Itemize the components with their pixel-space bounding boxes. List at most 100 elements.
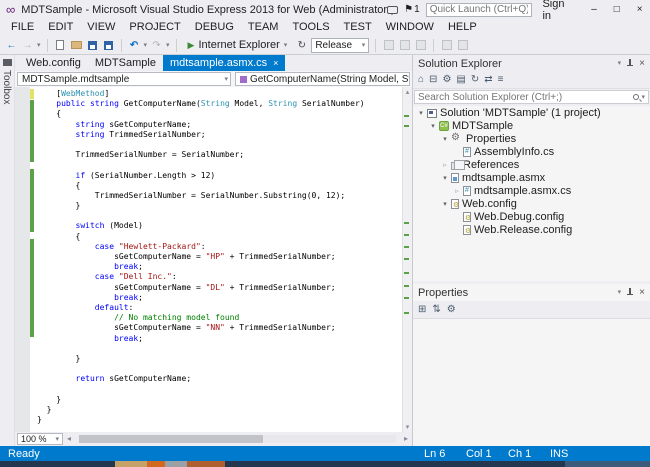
menu-item-view[interactable]: VIEW: [80, 19, 122, 36]
alphabetical-icon[interactable]: ⇅: [432, 304, 440, 315]
menu-item-debug[interactable]: DEBUG: [188, 19, 241, 36]
code-line[interactable]: switch (Model): [37, 221, 401, 231]
tree-item-mdtsample.asmx[interactable]: ▾mdtsample.asmx: [413, 171, 650, 184]
code-line[interactable]: if (SerialNumber.Length > 12): [37, 171, 401, 181]
pin-icon[interactable]: [626, 287, 634, 298]
code-line[interactable]: sGetComputerName = "DL" + TrimmedSerialN…: [37, 283, 401, 293]
save-icon[interactable]: [86, 37, 99, 53]
code-line[interactable]: break;: [37, 293, 401, 303]
tab-close-icon[interactable]: ×: [273, 59, 278, 68]
code-line[interactable]: string sGetComputerName;: [37, 120, 401, 130]
menu-item-project[interactable]: PROJECT: [122, 19, 187, 36]
menu-item-file[interactable]: FILE: [4, 19, 41, 36]
tree-item-web.config[interactable]: ▾Web.config: [413, 197, 650, 210]
code-line[interactable]: {: [37, 181, 401, 191]
expander-icon[interactable]: ▾: [440, 174, 450, 182]
search-dropdown-icon[interactable]: ▾: [641, 94, 645, 101]
tree-item-mdtsample.asmx.cs[interactable]: ▹mdtsample.asmx.cs: [413, 184, 650, 197]
scroll-left-icon[interactable]: ◂: [67, 434, 71, 443]
menu-item-team[interactable]: TEAM: [241, 19, 286, 36]
expander-icon[interactable]: ▾: [428, 122, 438, 130]
undo-icon[interactable]: ↶: [128, 37, 141, 53]
pin-icon[interactable]: [626, 58, 634, 69]
code-line[interactable]: TrimmedSerialNumber = SerialNumber;: [37, 150, 401, 160]
navigate-forward-icon[interactable]: →: [21, 37, 34, 53]
configuration-select[interactable]: Release ▾: [311, 38, 369, 53]
maximize-button[interactable]: □: [608, 0, 625, 19]
code-content[interactable]: [WebMethod] public string GetComputerNam…: [37, 89, 401, 432]
code-line[interactable]: sGetComputerName = "HP" + TrimmedSerialN…: [37, 252, 401, 262]
member-selector[interactable]: GetComputerName(String Model, String Ser…: [235, 72, 410, 86]
code-line[interactable]: }: [37, 201, 401, 211]
expander-icon[interactable]: ▹: [452, 187, 462, 195]
code-line[interactable]: [WebMethod]: [37, 89, 401, 99]
navigation-dropdown-icon[interactable]: ▾: [37, 42, 41, 49]
property-pages-icon[interactable]: ⚙: [447, 304, 456, 315]
home-icon[interactable]: ⌂: [418, 75, 424, 85]
redo-dropdown-icon[interactable]: ▾: [166, 42, 170, 49]
tab-web.config[interactable]: Web.config: [19, 55, 88, 71]
code-line[interactable]: // No matching model found: [37, 313, 401, 323]
code-line[interactable]: }: [37, 415, 401, 425]
tab-mdtsample[interactable]: MDTSample: [88, 55, 163, 71]
comment-lines-icon[interactable]: [398, 37, 411, 53]
menu-item-tools[interactable]: TOOLS: [285, 19, 336, 36]
tab-mdtsample.asmx.cs[interactable]: mdtsample.asmx.cs×: [163, 55, 285, 71]
code-line[interactable]: TrimmedSerialNumber = SerialNumber.Subst…: [37, 191, 401, 201]
open-file-icon[interactable]: [70, 37, 83, 53]
code-line[interactable]: case "Dell Inc.":: [37, 272, 401, 282]
toolbox-tab[interactable]: Toolbox: [1, 70, 12, 104]
breakpoint-gutter[interactable]: [15, 87, 30, 432]
feedback-icon[interactable]: [387, 6, 398, 14]
tree-item-properties[interactable]: ▾Properties: [413, 132, 650, 145]
close-button[interactable]: ×: [631, 0, 648, 19]
code-line[interactable]: sGetComputerName = "NN" + TrimmedSerialN…: [37, 323, 401, 333]
undo-dropdown-icon[interactable]: ▾: [144, 42, 148, 49]
menu-item-edit[interactable]: EDIT: [41, 19, 80, 36]
scroll-up-icon[interactable]: ▴: [403, 88, 412, 96]
solution-search-input[interactable]: [418, 92, 631, 103]
close-panel-icon[interactable]: ×: [639, 58, 645, 69]
notifications-flag-icon[interactable]: ⚑ 1: [404, 4, 420, 15]
code-editor[interactable]: [WebMethod] public string GetComputerNam…: [15, 87, 412, 432]
quick-launch-box[interactable]: [426, 3, 533, 17]
code-line[interactable]: public string GetComputerName(String Mod…: [37, 99, 401, 109]
code-line[interactable]: case "Hewlett-Packard":: [37, 242, 401, 252]
menu-item-test[interactable]: TEST: [337, 19, 379, 36]
code-line[interactable]: [37, 344, 401, 354]
code-line[interactable]: default:: [37, 303, 401, 313]
categorized-icon[interactable]: ⊞: [418, 304, 426, 315]
start-debug-button[interactable]: ▶ Internet Explorer ▾: [183, 37, 293, 54]
quick-launch-input[interactable]: [430, 4, 529, 15]
editor-vertical-scrollbar[interactable]: ▴ ▾: [402, 87, 412, 432]
code-line[interactable]: return sGetComputerName;: [37, 374, 401, 384]
code-line[interactable]: [37, 364, 401, 374]
show-all-files-icon[interactable]: ▤: [456, 75, 465, 85]
properties-icon[interactable]: ⚙: [442, 75, 451, 85]
tree-item-solution-mdtsample-1-project[interactable]: ▾Solution 'MDTSample' (1 project): [413, 106, 650, 119]
close-panel-icon[interactable]: ×: [639, 287, 645, 298]
save-all-icon[interactable]: [102, 37, 115, 53]
find-icon[interactable]: [382, 37, 395, 53]
browser-dropdown-icon[interactable]: ▾: [284, 42, 288, 49]
code-line[interactable]: string TrimmedSerialNumber;: [37, 130, 401, 140]
scroll-down-icon[interactable]: ▾: [403, 423, 412, 431]
code-line[interactable]: }: [37, 354, 401, 364]
window-position-icon[interactable]: ▾: [618, 289, 622, 296]
tree-item-assemblyinfo.cs[interactable]: AssemblyInfo.cs: [413, 145, 650, 158]
solution-search-box[interactable]: ▾: [414, 90, 649, 104]
scrollbar-thumb[interactable]: [79, 435, 263, 443]
code-line[interactable]: break;: [37, 262, 401, 272]
indent-icon[interactable]: [440, 37, 453, 53]
editor-horizontal-scrollbar[interactable]: [79, 435, 396, 443]
code-line[interactable]: }: [37, 395, 401, 405]
expander-icon[interactable]: ▾: [416, 109, 426, 117]
expander-icon[interactable]: ▾: [440, 135, 450, 143]
scroll-right-icon[interactable]: ▸: [404, 434, 408, 443]
minimize-button[interactable]: –: [586, 0, 603, 19]
code-line[interactable]: [37, 160, 401, 170]
type-selector[interactable]: MDTSample.mdtsample ▾: [17, 72, 231, 86]
refresh-icon[interactable]: ↻: [295, 37, 308, 53]
code-line[interactable]: {: [37, 109, 401, 119]
view-code-icon[interactable]: ≡: [498, 75, 504, 85]
